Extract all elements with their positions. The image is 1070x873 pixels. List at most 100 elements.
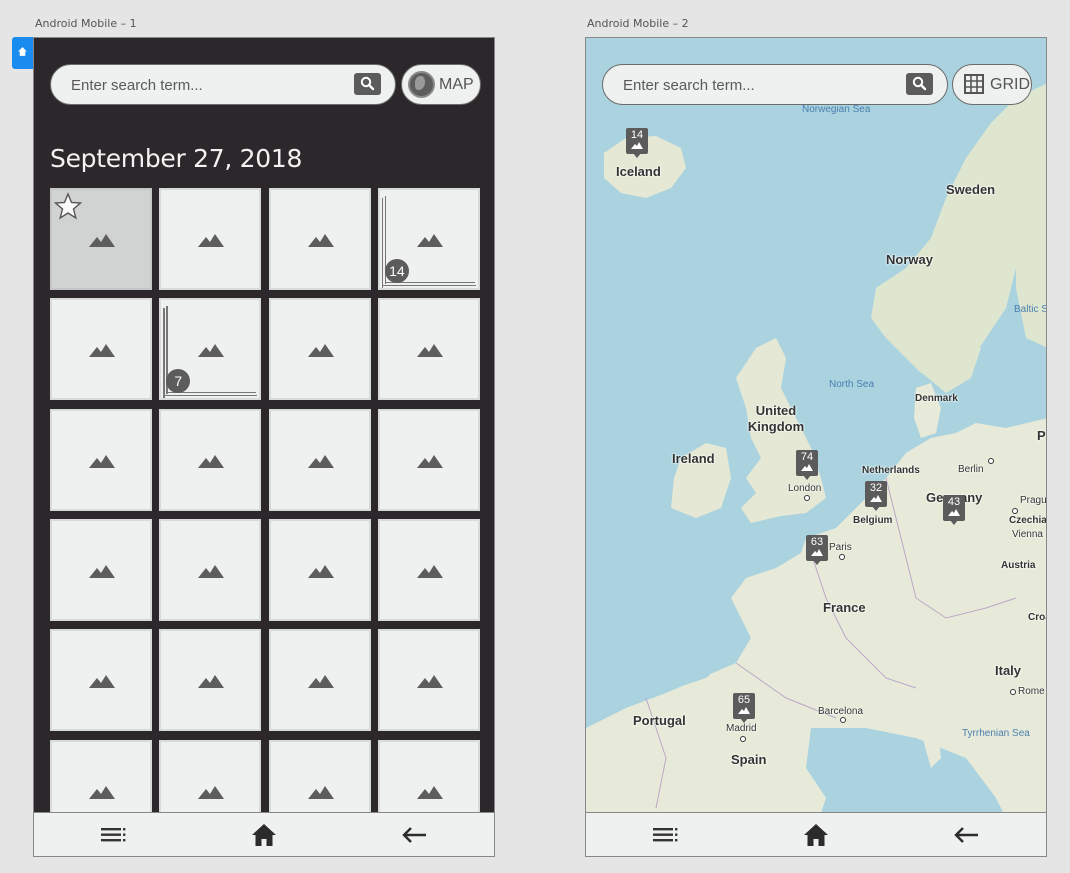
photo-tile[interactable] [50,188,152,290]
bottom-nav-bar [586,812,1046,856]
label-tyrrhenian-sea: Tyrrhenian Sea [962,728,1030,739]
photo-tile[interactable] [50,518,152,621]
map-view-toggle[interactable]: MAP [401,64,481,105]
photo-tile[interactable] [50,298,152,401]
marker-count: 65 [737,694,751,706]
photo-marker-germany[interactable]: 43 [943,495,965,525]
map-toggle-label: MAP [439,76,474,93]
label-france: France [823,600,866,615]
date-heading: September 27, 2018 [50,144,303,173]
photo-tile[interactable] [377,629,480,732]
photo-placeholder-icon [307,564,334,578]
label-sweden: Sweden [946,182,996,197]
photo-tile[interactable] [268,188,371,290]
photo-marker-iceland[interactable]: 14 [626,128,648,158]
label-paris: Paris [829,542,852,553]
search-button[interactable] [906,73,933,95]
photo-tile[interactable] [50,629,152,732]
city-dot-london [804,495,810,501]
stack-edge [381,198,384,288]
city-dot-rome [1010,689,1016,695]
photo-placeholder-icon [198,454,225,468]
photo-placeholder-icon [416,675,443,689]
stack-edge [381,284,476,286]
label-italy: Italy [995,663,1022,678]
photo-placeholder-icon [416,344,443,358]
back-arrow-icon[interactable] [402,827,428,843]
menu-icon[interactable] [101,828,127,842]
photo-placeholder-icon [198,564,225,578]
label-denmark: Denmark [915,393,958,404]
photo-placeholder-icon [89,564,115,578]
photo-placeholder-icon [89,454,115,468]
photo-placeholder-icon [416,785,443,799]
photo-tile[interactable] [268,298,371,401]
photo-tile[interactable]: 7 [159,298,262,401]
menu-icon[interactable] [653,828,679,842]
photo-icon [801,464,813,471]
bottom-nav-bar [34,812,494,856]
label-barcelona: Barcelona [818,706,864,717]
label-ireland: Ireland [672,451,715,466]
favorite-star-icon[interactable] [54,192,82,220]
home-icon [18,47,27,56]
photo-tile[interactable] [377,298,480,401]
search-icon [360,76,375,91]
search-input[interactable] [623,74,893,96]
search-input[interactable] [71,74,341,96]
label-madrid: Madrid [726,723,757,734]
photo-placeholder-icon [89,234,115,247]
label-north-sea: North Sea [829,379,875,390]
photo-tile[interactable] [159,408,262,511]
photo-icon [631,142,643,149]
photo-placeholder-icon [89,785,115,799]
city-dot-paris [839,554,845,560]
label-united-kingdom: United Kingdom [747,403,805,434]
label-belgium: Belgium [853,515,893,526]
label-iceland: Iceland [616,164,661,179]
photo-tile[interactable] [268,408,371,511]
photo-tile[interactable] [159,188,262,290]
photo-marker-paris[interactable]: 63 [806,535,828,565]
globe-icon [408,71,435,98]
photo-placeholder-icon [89,344,115,358]
photo-tile[interactable]: 14 [377,188,480,290]
label-norway: Norway [886,252,933,267]
photo-icon [811,549,823,556]
back-arrow-icon[interactable] [954,827,980,843]
city-dot-barcelona [840,717,846,723]
search-button[interactable] [354,73,381,95]
home-icon[interactable] [803,823,829,847]
photo-tile[interactable] [268,518,371,621]
label-baltic-sea: Baltic S [1014,304,1047,315]
photo-placeholder-icon [198,675,225,689]
stack-count-badge: 7 [166,369,191,394]
photo-icon [870,495,882,502]
home-artboard-flag[interactable] [12,37,33,69]
photo-tile[interactable] [159,518,262,621]
photo-icon [948,509,960,516]
search-bar [50,64,396,105]
city-dot-prague [1012,508,1018,514]
photo-marker-belgium[interactable]: 32 [865,481,887,511]
photo-placeholder-icon [307,675,334,689]
grid-view-toggle[interactable]: GRID [952,64,1032,105]
artboard-label-2: Android Mobile – 2 [587,17,689,30]
grid-icon [964,74,984,94]
photo-placeholder-icon [416,454,443,468]
photo-placeholder-icon [198,344,225,358]
label-croatia: Croat [1028,612,1046,623]
photo-placeholder-icon [416,234,443,247]
search-bar [602,64,948,105]
photo-tile[interactable] [377,408,480,511]
photo-tile[interactable] [377,518,480,621]
photo-marker-madrid[interactable]: 65 [733,693,755,723]
marker-count: 14 [630,129,644,141]
photo-tile[interactable] [268,629,371,732]
photo-tile[interactable] [50,408,152,511]
search-icon [912,76,927,91]
marker-count: 43 [947,496,961,508]
photo-tile[interactable] [159,629,262,732]
photo-marker-london[interactable]: 74 [796,450,818,480]
home-icon[interactable] [251,823,277,847]
